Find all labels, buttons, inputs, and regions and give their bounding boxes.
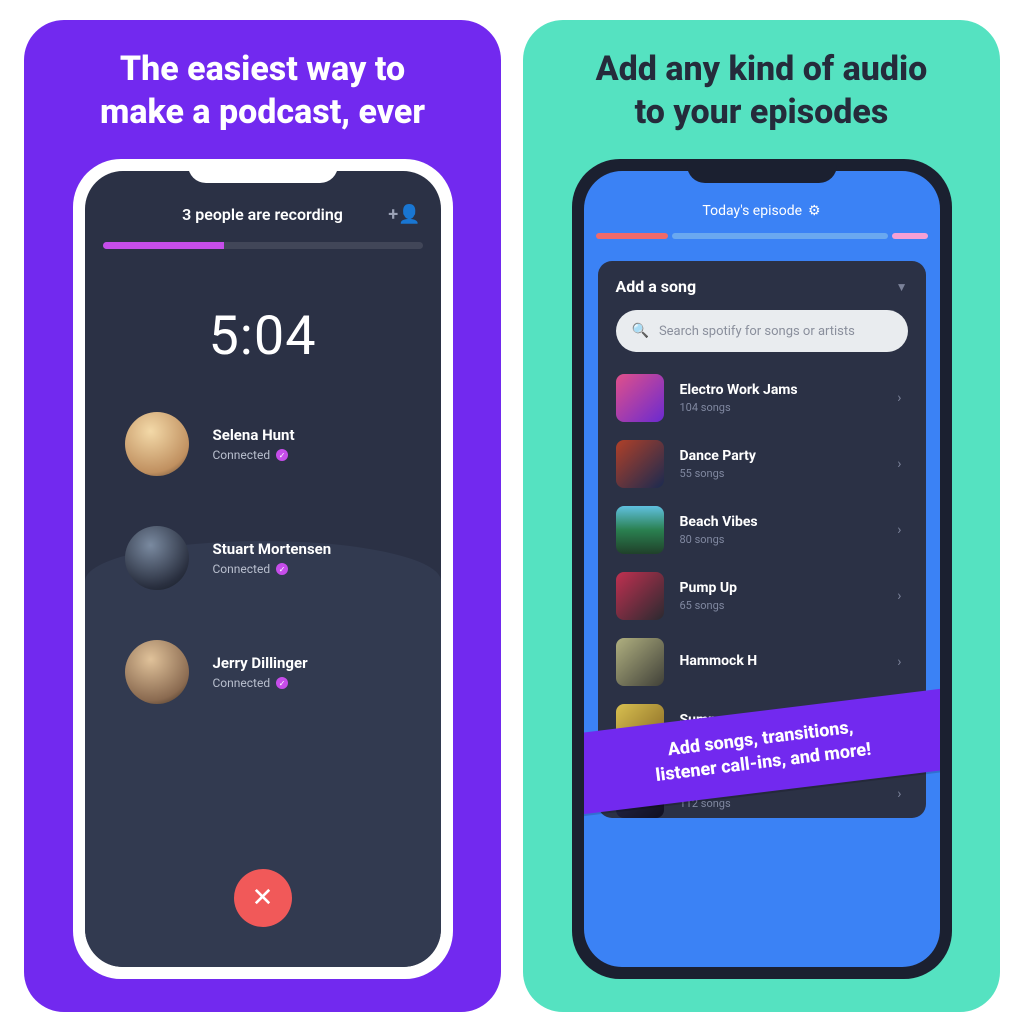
verified-icon: ✓: [276, 677, 288, 689]
song-subtitle: 80 songs: [680, 533, 882, 546]
verified-icon: ✓: [276, 563, 288, 575]
screen-recording: 3 people are recording +👤 5:04 Selena Hu…: [85, 171, 441, 967]
phone-mockup-right: Today's episode ⚙ Add a song ▼ 🔍 Search …: [572, 159, 952, 979]
close-icon: ✕: [252, 883, 274, 913]
chevron-right-icon: ›: [897, 390, 901, 406]
song-subtitle: 104 songs: [680, 401, 882, 414]
song-title: Dance Party: [680, 448, 882, 464]
headline-line: to your episodes: [596, 91, 928, 134]
participant-info: Jerry Dillinger Connected ✓: [213, 654, 308, 690]
participant-name: Stuart Mortensen: [213, 540, 332, 558]
song-thumbnail: [616, 572, 664, 620]
participant-row: Stuart Mortensen Connected ✓: [125, 526, 401, 590]
screen-episode: Today's episode ⚙ Add a song ▼ 🔍 Search …: [584, 171, 940, 967]
chevron-right-icon: ›: [897, 588, 901, 604]
participant-row: Selena Hunt Connected ✓: [125, 412, 401, 476]
song-row[interactable]: Electro Work Jams 104 songs ›: [616, 374, 908, 422]
participant-row: Jerry Dillinger Connected ✓: [125, 640, 401, 704]
song-thumbnail: [616, 638, 664, 686]
avatar: [125, 412, 189, 476]
gear-icon[interactable]: ⚙: [808, 203, 821, 219]
add-song-title: Add a song: [616, 277, 697, 296]
stop-recording-button[interactable]: ✕: [234, 869, 292, 927]
participant-status: Connected ✓: [213, 676, 308, 690]
song-row[interactable]: Hammock H ›: [616, 638, 908, 686]
phone-notch: [687, 159, 837, 183]
headline-line: make a podcast, ever: [100, 91, 425, 134]
phone-notch: [188, 159, 338, 183]
chevron-right-icon: ›: [897, 654, 901, 670]
search-placeholder: Search spotify for songs or artists: [659, 324, 855, 339]
song-thumbnail: [616, 374, 664, 422]
participant-status: Connected ✓: [213, 562, 332, 576]
promo-panel-record: The easiest way to make a podcast, ever …: [24, 20, 501, 1012]
chevron-right-icon: ›: [897, 786, 901, 802]
song-title: Beach Vibes: [680, 514, 882, 530]
timeline-segment: [596, 233, 668, 239]
song-row[interactable]: Beach Vibes 80 songs ›: [616, 506, 908, 554]
promo-panel-audio: Add any kind of audio to your episodes T…: [523, 20, 1000, 1012]
record-timer: 5:04: [85, 305, 441, 368]
song-title: Electro Work Jams: [680, 382, 882, 398]
song-row[interactable]: Dance Party 55 songs ›: [616, 440, 908, 488]
verified-icon: ✓: [276, 449, 288, 461]
headline-left: The easiest way to make a podcast, ever: [70, 48, 455, 143]
episode-title: Today's episode: [702, 203, 802, 219]
participant-name: Jerry Dillinger: [213, 654, 308, 672]
chevron-down-icon: ▼: [896, 280, 908, 294]
song-subtitle: 112 songs: [680, 797, 882, 810]
timeline-segment: [672, 233, 888, 239]
song-subtitle: 65 songs: [680, 599, 882, 612]
chevron-right-icon: ›: [897, 456, 901, 472]
record-progress: [103, 242, 423, 249]
avatar: [125, 640, 189, 704]
participant-info: Selena Hunt Connected ✓: [213, 426, 295, 462]
song-title: Pump Up: [680, 580, 882, 596]
episode-header[interactable]: Today's episode ⚙: [584, 203, 940, 219]
participant-info: Stuart Mortensen Connected ✓: [213, 540, 332, 576]
participant-list: Selena Hunt Connected ✓ Stuart Mortensen…: [85, 412, 441, 704]
avatar: [125, 526, 189, 590]
episode-timeline[interactable]: [596, 233, 928, 239]
add-user-icon[interactable]: +👤: [388, 204, 420, 225]
participant-status: Connected ✓: [213, 448, 295, 462]
song-title: Hammock H: [680, 653, 882, 669]
search-icon: 🔍: [632, 323, 649, 339]
song-row[interactable]: Pump Up 65 songs ›: [616, 572, 908, 620]
song-thumbnail: [616, 506, 664, 554]
song-search-input[interactable]: 🔍 Search spotify for songs or artists: [616, 310, 908, 352]
song-thumbnail: [616, 440, 664, 488]
record-progress-fill: [103, 242, 225, 249]
headline-line: Add any kind of audio: [596, 48, 928, 91]
headline-line: The easiest way to: [100, 48, 425, 91]
timeline-segment: [892, 233, 928, 239]
recording-status: 3 people are recording: [182, 205, 343, 224]
song-subtitle: 55 songs: [680, 467, 882, 480]
phone-mockup-left: 3 people are recording +👤 5:04 Selena Hu…: [73, 159, 453, 979]
chevron-right-icon: ›: [897, 522, 901, 538]
recording-header: 3 people are recording +👤: [85, 205, 441, 224]
add-song-header[interactable]: Add a song ▼: [616, 277, 908, 296]
headline-right: Add any kind of audio to your episodes: [566, 48, 958, 143]
participant-name: Selena Hunt: [213, 426, 295, 444]
